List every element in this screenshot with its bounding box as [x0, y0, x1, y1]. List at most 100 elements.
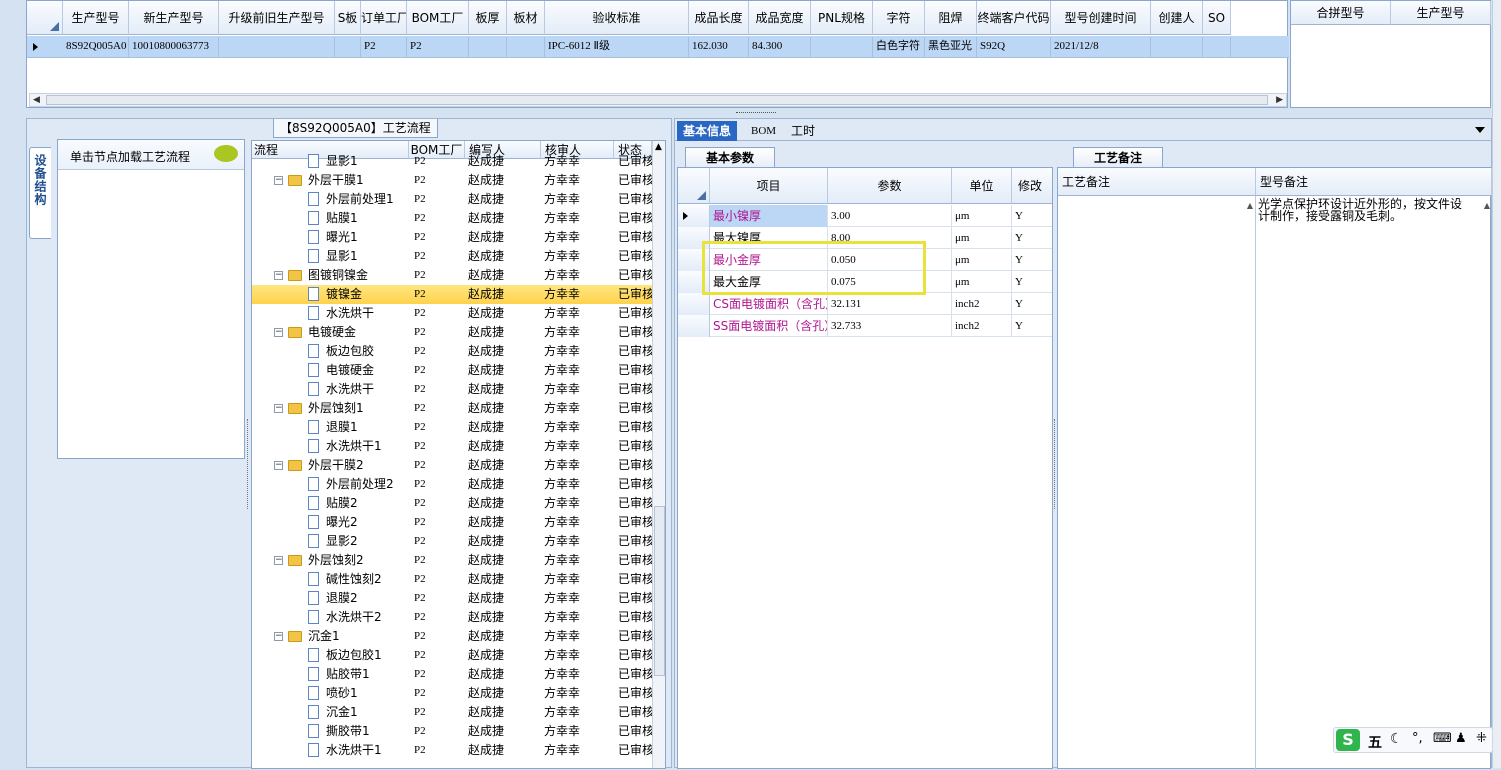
param-cell-mod[interactable]: Y	[1012, 271, 1052, 293]
top-col-header[interactable]: 订单工厂	[361, 1, 407, 35]
top-col-header[interactable]: 阻焊	[925, 1, 977, 35]
top-cell[interactable]: 84.300	[749, 37, 811, 58]
right-vscrollbar[interactable]	[1492, 0, 1501, 768]
tree-vscrollbar[interactable]: ▲	[652, 141, 665, 768]
param-cell-unit[interactable]: μm	[952, 271, 1012, 293]
row-header[interactable]	[678, 205, 710, 227]
collapse-icon[interactable]: −	[274, 404, 283, 413]
collapse-icon[interactable]: −	[274, 271, 283, 280]
top-col-header[interactable]: 验收标准	[545, 1, 689, 35]
tree-row[interactable]: 显影2 P2 赵成捷 方幸幸 已审核	[252, 532, 652, 551]
param-row[interactable]: SS面电镀面积（含孔） 32.733 inch2 Y	[678, 315, 1052, 337]
collapse-icon[interactable]: −	[274, 176, 283, 185]
param-cell-item[interactable]: SS面电镀面积（含孔）	[710, 315, 828, 337]
tree-row[interactable]: 贴膜1 P2 赵成捷 方幸幸 已审核	[252, 209, 652, 228]
top-cell[interactable]: 162.030	[689, 37, 749, 58]
tree-row[interactable]: 水洗烘干1 P2 赵成捷 方幸幸 已审核	[252, 741, 652, 760]
top-cell[interactable]	[335, 37, 361, 58]
param-cell-unit[interactable]: inch2	[952, 293, 1012, 315]
param-cell-mod[interactable]: Y	[1012, 227, 1052, 249]
tree-row[interactable]: 板边包胶1 P2 赵成捷 方幸幸 已审核	[252, 646, 652, 665]
side-tab-device-structure[interactable]: 设备结构	[29, 147, 51, 239]
tree-row[interactable]: 板边包胶 P2 赵成捷 方幸幸 已审核	[252, 342, 652, 361]
col-process-remark[interactable]: 工艺备注	[1058, 168, 1256, 196]
tree-row[interactable]: 外层前处理1 P2 赵成捷 方幸幸 已审核	[252, 190, 652, 209]
side-grid-header-model[interactable]: 生产型号	[1391, 1, 1491, 25]
col-param[interactable]: 参数	[828, 168, 952, 204]
tree-row[interactable]: 贴胶带1 P2 赵成捷 方幸幸 已审核	[252, 665, 652, 684]
collapse-icon[interactable]: −	[274, 328, 283, 337]
top-grid-row[interactable]: 8S92Q005A0 10010800063773 P2 P2 IPC-6012 Ⅱ级 1…	[27, 36, 1289, 58]
top-cell[interactable]: 10010800063773	[129, 37, 219, 58]
tree-row[interactable]: 贴膜2 P2 赵成捷 方幸幸 已审核	[252, 494, 652, 513]
top-col-header[interactable]: 新生产型号	[129, 1, 219, 35]
scroll-up-icon[interactable]: ▲	[655, 142, 662, 152]
param-cell-mod[interactable]: Y	[1012, 205, 1052, 227]
tab-bom[interactable]: BOM	[751, 121, 776, 141]
top-cell[interactable]: 2021/12/8	[1051, 37, 1151, 58]
user-icon[interactable]: ♟	[1455, 731, 1467, 746]
top-col-header[interactable]: 字符	[873, 1, 925, 35]
tree-row[interactable]: − 图镀铜镍金 P2 赵成捷 方幸幸 已审核	[252, 266, 652, 285]
top-grid-corner[interactable]	[27, 1, 63, 35]
moon-icon[interactable]: ☾	[1390, 731, 1403, 747]
tree-row[interactable]: 水洗烘干2 P2 赵成捷 方幸幸 已审核	[252, 608, 652, 627]
top-grid-hscrollbar[interactable]: ◀ ▶	[29, 93, 1287, 107]
col-unit[interactable]: 单位	[952, 168, 1012, 204]
tree-row[interactable]: − 外层干膜2 P2 赵成捷 方幸幸 已审核	[252, 456, 652, 475]
top-cell[interactable]: IPC-6012 Ⅱ级	[545, 37, 689, 58]
tree-row[interactable]: 碱性蚀刻2 P2 赵成捷 方幸幸 已审核	[252, 570, 652, 589]
col-modify[interactable]: 修改	[1012, 168, 1052, 204]
top-cell[interactable]: P2	[361, 37, 407, 58]
scroll-right-icon[interactable]: ▶	[1276, 95, 1283, 105]
param-cell-value[interactable]: 3.00	[828, 205, 952, 227]
tree-row[interactable]: 水洗烘干1 P2 赵成捷 方幸幸 已审核	[252, 437, 652, 456]
top-col-header[interactable]: 成品长度	[689, 1, 749, 35]
top-col-header[interactable]: 终端客户代码	[977, 1, 1051, 35]
top-cell[interactable]	[219, 37, 335, 58]
top-col-header[interactable]: PNL规格	[811, 1, 873, 35]
tree-row[interactable]: 显影1 P2 赵成捷 方幸幸 已审核	[252, 247, 652, 266]
param-row[interactable]: 最小镍厚 3.00 μm Y	[678, 205, 1052, 227]
params-corner[interactable]	[678, 168, 710, 204]
tree-row[interactable]: 沉金1 P2 赵成捷 方幸幸 已审核	[252, 703, 652, 722]
tree-row[interactable]: − 外层蚀刻2 P2 赵成捷 方幸幸 已审核	[252, 551, 652, 570]
param-cell-unit[interactable]: inch2	[952, 315, 1012, 337]
tree-row[interactable]: 撕胶带1 P2 赵成捷 方幸幸 已审核	[252, 722, 652, 741]
scroll-thumb[interactable]	[46, 95, 1268, 105]
top-cell[interactable]: 8S92Q005A0	[63, 37, 129, 58]
tab-basic-info[interactable]: 基本信息	[677, 121, 738, 141]
param-cell-value[interactable]: 32.733	[828, 315, 952, 337]
top-cell[interactable]	[507, 37, 545, 58]
process-remark-cell[interactable]: ▲	[1058, 196, 1256, 770]
top-col-header[interactable]: 生产型号	[63, 1, 129, 35]
tree-row[interactable]: 外层前处理2 P2 赵成捷 方幸幸 已审核	[252, 475, 652, 494]
tree-row[interactable]: − 外层蚀刻1 P2 赵成捷 方幸幸 已审核	[252, 399, 652, 418]
param-cell-mod[interactable]: Y	[1012, 249, 1052, 271]
param-cell-unit[interactable]: μm	[952, 227, 1012, 249]
scroll-up-icon[interactable]: ▲	[1484, 201, 1490, 210]
top-cell[interactable]	[1151, 37, 1203, 58]
tree-row[interactable]: 电镀硬金 P2 赵成捷 方幸幸 已审核	[252, 361, 652, 380]
tab-basic-params[interactable]: 基本参数	[685, 147, 775, 167]
tree-row[interactable]: 水洗烘干 P2 赵成捷 方幸幸 已审核	[252, 380, 652, 399]
dropdown-arrow-icon[interactable]	[1475, 127, 1485, 133]
punctuation-icon[interactable]: °,	[1412, 731, 1423, 746]
process-panel-title[interactable]: 【8S92Q005A0】工艺流程	[273, 119, 438, 138]
grid-icon[interactable]: ⁜	[1476, 731, 1487, 746]
top-cell[interactable]: 白色字符	[873, 37, 925, 58]
top-cell[interactable]	[811, 37, 873, 58]
param-cell-item[interactable]: CS面电镀面积（含孔）	[710, 293, 828, 315]
top-col-header[interactable]: 创建人	[1151, 1, 1203, 35]
scroll-left-icon[interactable]: ◀	[33, 95, 40, 105]
tree-row[interactable]: 退膜2 P2 赵成捷 方幸幸 已审核	[252, 589, 652, 608]
param-cell-unit[interactable]: μm	[952, 205, 1012, 227]
tree-row[interactable]: 显影1 P2 赵成捷 方幸幸 已审核	[252, 152, 652, 171]
param-cell-unit[interactable]: μm	[952, 249, 1012, 271]
tab-hours[interactable]: 工时	[791, 121, 815, 141]
tree-row[interactable]: − 沉金1 P2 赵成捷 方幸幸 已审核	[252, 627, 652, 646]
ime-mode-label[interactable]: 五	[1368, 732, 1382, 752]
top-cell[interactable]	[1203, 37, 1231, 58]
top-cell[interactable]: P2	[407, 37, 469, 58]
top-cell[interactable]: S92Q	[977, 37, 1051, 58]
